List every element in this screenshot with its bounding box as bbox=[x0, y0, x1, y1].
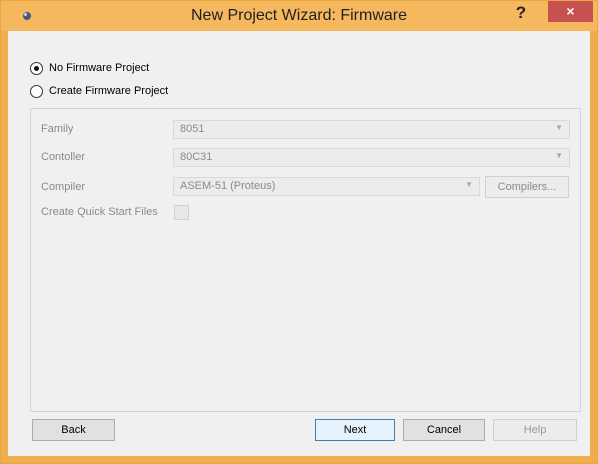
family-value: 8051 bbox=[180, 123, 205, 135]
create-firmware-label: Create Firmware Project bbox=[49, 85, 169, 97]
controller-label: Contoller bbox=[41, 151, 86, 163]
no-firmware-label: No Firmware Project bbox=[49, 62, 150, 74]
help-icon[interactable]: ? bbox=[511, 2, 531, 24]
family-label: Family bbox=[41, 123, 74, 135]
firmware-settings-group: Family 8051 ▼ Contoller 80C31 ▼ Compiler… bbox=[30, 108, 581, 412]
create-firmware-option[interactable]: Create Firmware Project bbox=[30, 83, 168, 99]
cancel-button[interactable]: Cancel bbox=[403, 419, 485, 441]
compiler-select[interactable]: ASEM-51 (Proteus) ▼ bbox=[173, 177, 480, 196]
family-select[interactable]: 8051 ▼ bbox=[173, 120, 570, 139]
chevron-down-icon: ▼ bbox=[555, 151, 563, 160]
chevron-down-icon: ▼ bbox=[465, 180, 473, 189]
close-icon[interactable]: × bbox=[548, 1, 593, 22]
chevron-down-icon: ▼ bbox=[555, 123, 563, 132]
controller-value: 80C31 bbox=[180, 151, 213, 163]
help-button[interactable]: Help bbox=[493, 419, 577, 441]
compiler-value: ASEM-51 (Proteus) bbox=[180, 180, 276, 192]
no-firmware-radio[interactable] bbox=[30, 61, 43, 75]
controller-select[interactable]: 80C31 ▼ bbox=[173, 148, 570, 167]
quickstart-checkbox[interactable] bbox=[174, 205, 189, 220]
back-button[interactable]: Back bbox=[32, 419, 115, 441]
compiler-label: Compiler bbox=[41, 181, 86, 193]
dialog-body: No Firmware Project Create Firmware Proj… bbox=[8, 31, 590, 456]
create-firmware-radio[interactable] bbox=[30, 84, 43, 98]
title-bar[interactable]: New Project Wizard: Firmware ? × bbox=[1, 1, 597, 31]
next-button[interactable]: Next bbox=[315, 419, 395, 441]
wizard-window: New Project Wizard: Firmware ? × No Firm… bbox=[0, 0, 598, 464]
compilers-button[interactable]: Compilers... bbox=[485, 176, 569, 198]
window-title: New Project Wizard: Firmware bbox=[190, 7, 408, 24]
quickstart-label: Create Quick Start Files bbox=[41, 206, 158, 218]
no-firmware-option[interactable]: No Firmware Project bbox=[30, 60, 149, 76]
